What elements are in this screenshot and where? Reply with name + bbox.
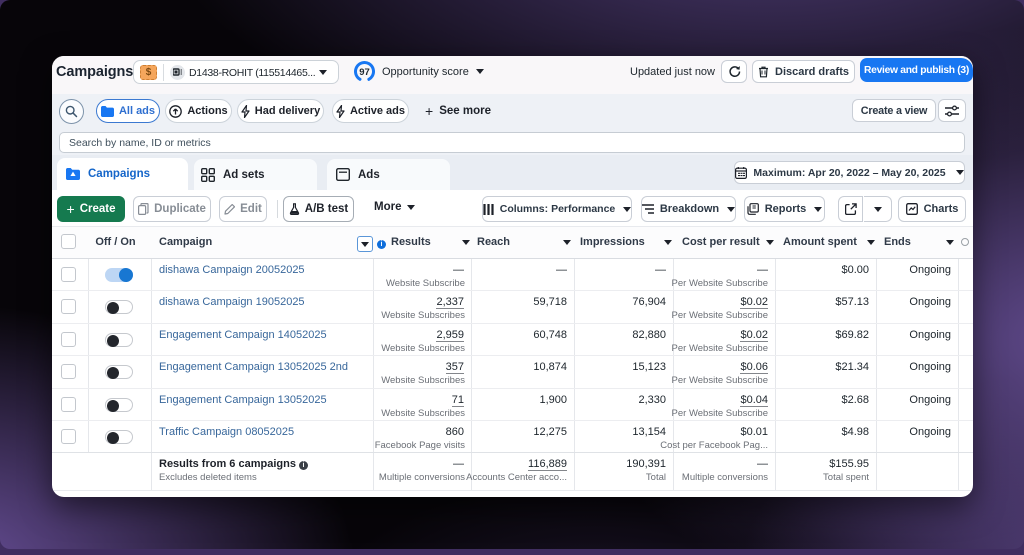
svg-text:97: 97 [359, 67, 370, 78]
